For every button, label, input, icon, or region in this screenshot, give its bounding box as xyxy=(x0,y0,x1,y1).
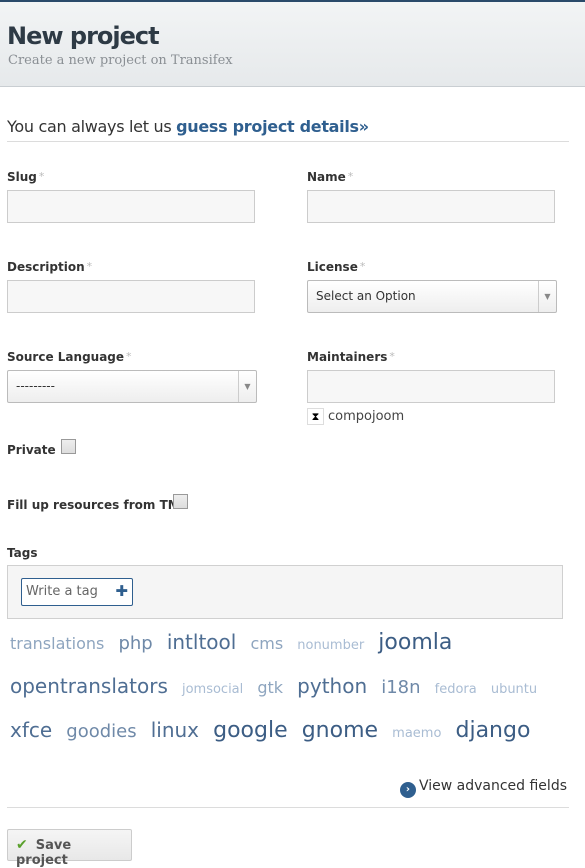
private-checkbox[interactable] xyxy=(61,439,76,454)
tag-xfce[interactable]: xfce xyxy=(10,718,52,742)
tag-jomsocial[interactable]: jomsocial xyxy=(182,682,243,697)
tag-input[interactable]: Write a tag ✚ xyxy=(21,578,133,606)
tag-ubuntu[interactable]: ubuntu xyxy=(491,682,537,697)
chevron-right-circle-icon: › xyxy=(399,782,416,798)
tag-django[interactable]: django xyxy=(456,718,531,743)
page-header: New project Create a new project on Tran… xyxy=(0,2,585,87)
tag-joomla[interactable]: joomla xyxy=(378,630,452,655)
tags-label: Tags xyxy=(7,546,38,560)
page-subtitle: Create a new project on Transifex xyxy=(8,53,233,68)
name-input[interactable] xyxy=(307,190,555,223)
page-title: New project xyxy=(7,22,160,50)
source-language-select[interactable]: --------- ▼ xyxy=(7,370,257,403)
private-label: Private xyxy=(7,443,56,457)
tag-linux[interactable]: linux xyxy=(151,718,199,742)
view-advanced-fields-link[interactable]: › View advanced fields xyxy=(399,778,567,798)
license-label: License * xyxy=(307,260,366,274)
divider xyxy=(7,141,569,142)
license-select[interactable]: Select an Option ▼ xyxy=(307,280,557,313)
maintainers-label: Maintainers * xyxy=(307,350,395,364)
check-icon: ✔ xyxy=(16,837,28,853)
tag-php[interactable]: php xyxy=(118,633,152,654)
fill-tm-label: Fill up resources from TM xyxy=(7,498,180,512)
remove-icon[interactable]: ⧗ xyxy=(307,408,324,425)
save-project-button[interactable]: ✔ Save project xyxy=(7,829,132,868)
guess-project-details-link[interactable]: guess project details» xyxy=(176,117,369,136)
tag-python[interactable]: python xyxy=(297,674,367,698)
chevron-down-icon: ▼ xyxy=(238,371,256,402)
tag-gtk[interactable]: gtk xyxy=(257,678,283,697)
maintainer-chip: ⧗ compojoom xyxy=(307,408,404,425)
tag-translations[interactable]: translations xyxy=(10,634,104,653)
tags-box: Write a tag ✚ xyxy=(7,565,563,619)
tag-i18n[interactable]: i18n xyxy=(381,677,420,698)
tag-intltool[interactable]: intltool xyxy=(167,630,237,654)
source-language-label: Source Language * xyxy=(7,350,132,364)
chevron-down-icon: ▼ xyxy=(538,281,556,312)
tag-cloud: translations php intltool cms nonumber j… xyxy=(10,622,570,754)
guess-details-text: You can always let us guess project deta… xyxy=(7,117,369,136)
guess-prefix: You can always let us xyxy=(7,117,177,136)
maintainers-input[interactable] xyxy=(307,370,555,403)
tag-nonumber[interactable]: nonumber xyxy=(297,638,364,653)
description-label: Description * xyxy=(7,260,93,274)
tag-opentranslators[interactable]: opentranslators xyxy=(10,674,168,698)
tag-google[interactable]: google xyxy=(213,718,288,743)
tag-cms[interactable]: cms xyxy=(250,634,283,653)
description-input[interactable] xyxy=(7,280,255,313)
tag-maemo[interactable]: maemo xyxy=(392,726,441,741)
tag-goodies[interactable]: goodies xyxy=(66,721,136,742)
add-tag-icon[interactable]: ✚ xyxy=(115,582,128,600)
tag-fedora[interactable]: fedora xyxy=(435,682,477,697)
slug-input[interactable] xyxy=(7,190,255,223)
tag-gnome[interactable]: gnome xyxy=(302,718,378,743)
slug-label: Slug * xyxy=(7,170,45,184)
divider xyxy=(7,807,569,808)
fill-tm-checkbox[interactable] xyxy=(173,494,188,509)
name-label: Name * xyxy=(307,170,354,184)
